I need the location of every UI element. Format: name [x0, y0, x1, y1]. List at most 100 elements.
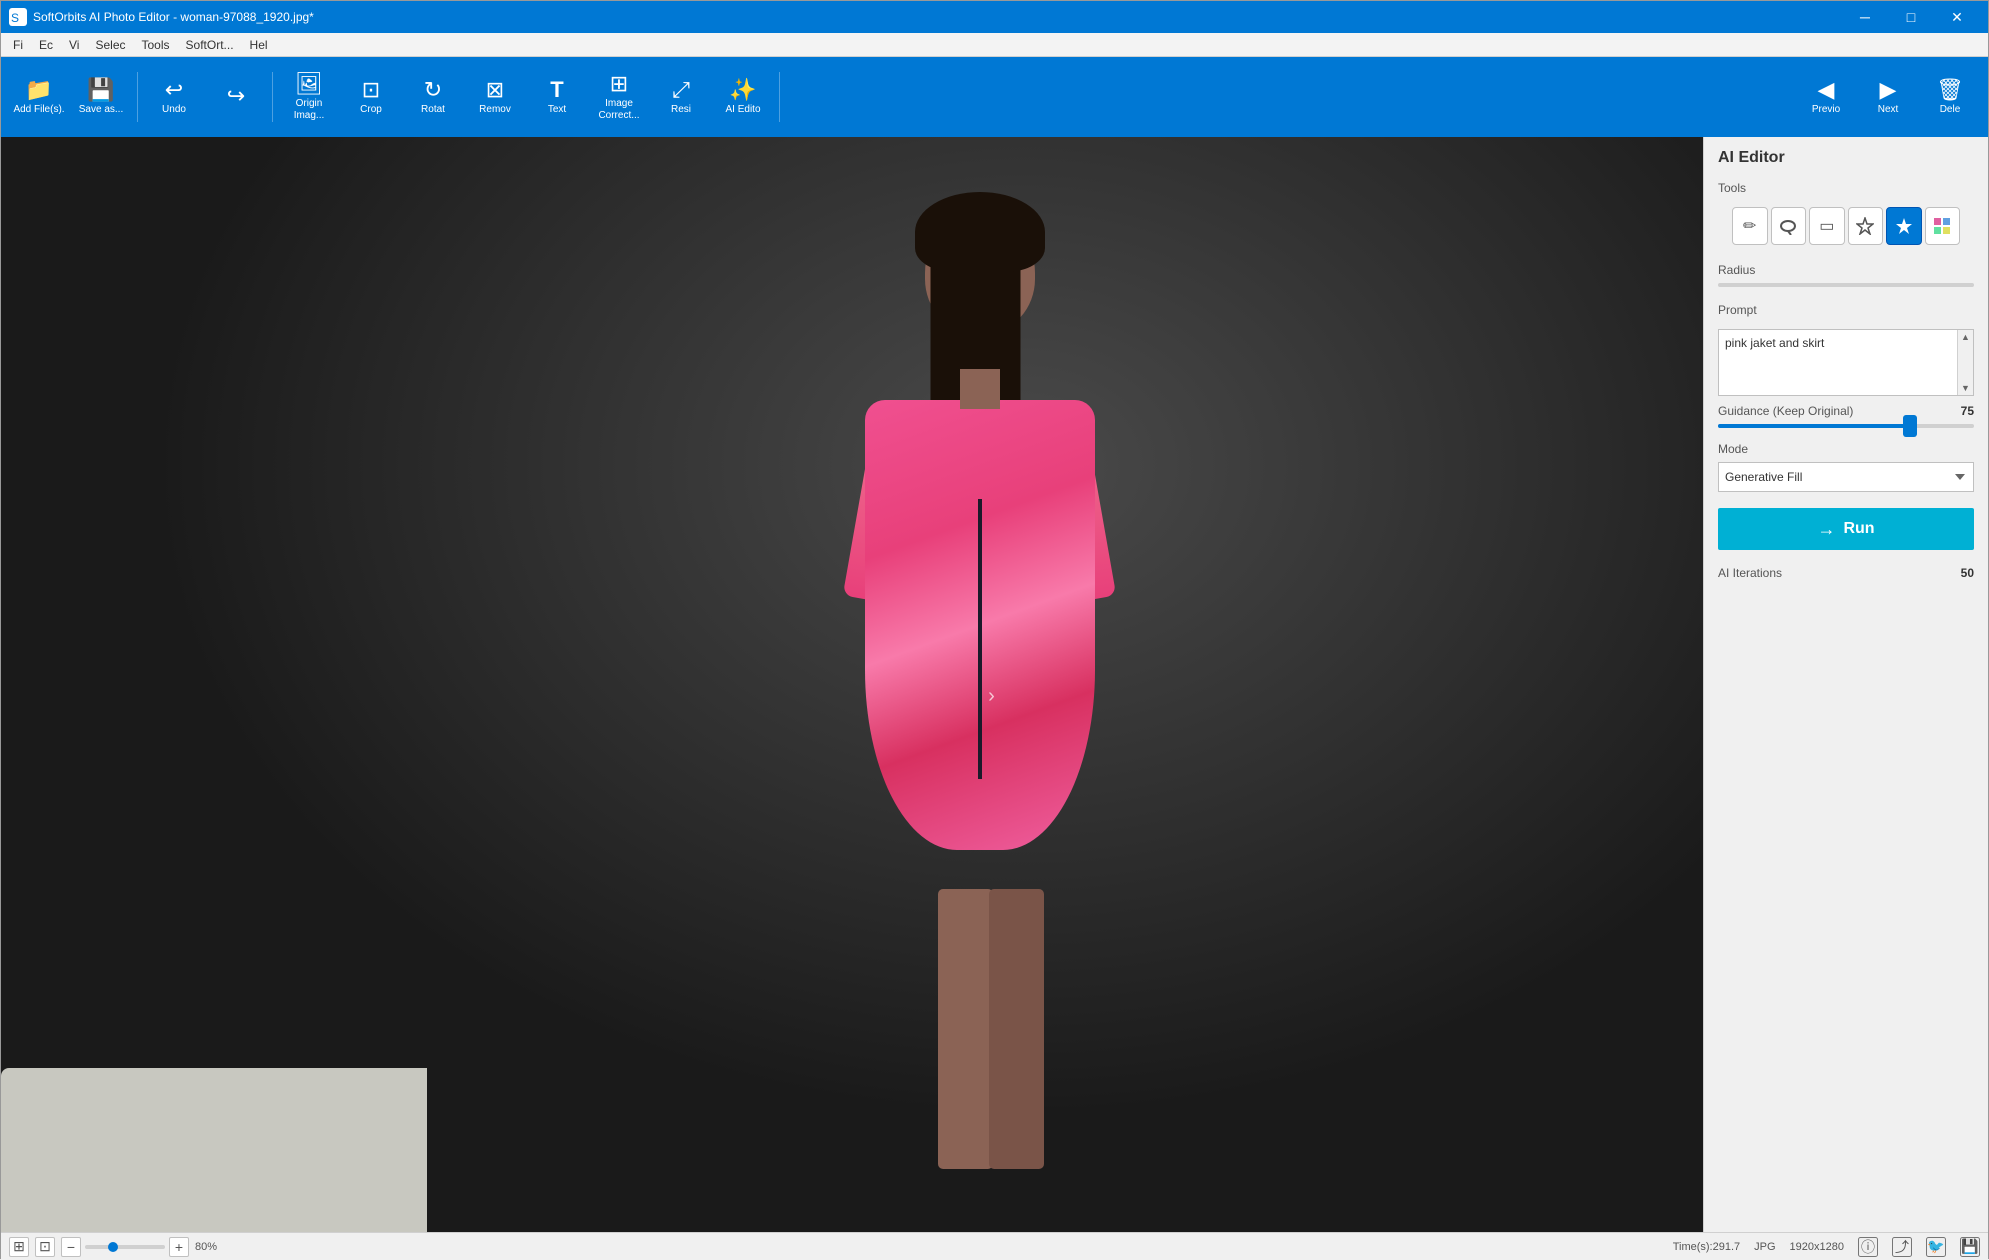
tools-row: ✏ ▭ [1718, 201, 1974, 251]
info-button[interactable]: ⓘ [1858, 1237, 1878, 1257]
text-button[interactable]: T Text [527, 62, 587, 132]
person-dress [865, 400, 1095, 850]
menu-tools[interactable]: Tools [134, 36, 178, 54]
menu-help[interactable]: Hel [242, 36, 276, 54]
text-label: Text [548, 104, 566, 116]
image-correction-label: Image Correct... [591, 98, 647, 122]
scroll-up-arrow[interactable]: ▲ [1959, 330, 1973, 344]
delete-icon: 🗑 [1936, 79, 1964, 101]
magic-select-tool[interactable] [1848, 207, 1884, 245]
guidance-slider-fill [1718, 424, 1910, 428]
guidance-header: Guidance (Keep Original) 75 [1718, 404, 1974, 418]
tools-section: Tools ✏ ▭ [1704, 175, 1988, 257]
position-info: Time(s):291.7 [1673, 1241, 1740, 1253]
zoom-slider[interactable] [85, 1245, 165, 1249]
select-area-button[interactable]: ⊡ [35, 1237, 55, 1257]
save-as-button[interactable]: 💾 Save as... [71, 62, 131, 132]
add-files-icon: 📁 [25, 79, 52, 101]
star-brush-tool[interactable] [1886, 207, 1922, 245]
panel-title: AI Editor [1704, 137, 1988, 175]
window-controls: ─ □ ✕ [1842, 1, 1980, 33]
person-zipper [978, 499, 982, 779]
menu-edit[interactable]: Ec [31, 36, 61, 54]
previous-label: Previo [1812, 104, 1840, 116]
crop-label: Crop [360, 104, 382, 116]
remove-label: Remov [479, 104, 511, 116]
next-button[interactable]: ▶ Next [1858, 62, 1918, 132]
run-label: Run [1843, 520, 1874, 538]
run-arrow-icon: → [1817, 519, 1835, 540]
main-area: › AI Editor Tools ✏ ▭ [1, 137, 1988, 1232]
photo-figure [512, 192, 1448, 1232]
minimize-button[interactable]: ─ [1842, 1, 1888, 33]
ai-editor-button[interactable]: ✨ AI Edito [713, 62, 773, 132]
next-icon: ▶ [1880, 79, 1897, 101]
save-icon: 💾 [87, 79, 114, 101]
redo-button[interactable]: ↪ [206, 62, 266, 132]
radius-section: Radius [1704, 257, 1988, 297]
crop-button[interactable]: ⊡ Crop [341, 62, 401, 132]
canvas-area[interactable]: › [1, 137, 1703, 1232]
undo-icon: ↩ [165, 79, 183, 101]
mode-select[interactable]: Generative Fill Inpainting Outpainting [1718, 462, 1974, 492]
toolbar-history-group: ↩ Undo ↪ [144, 62, 266, 132]
brush-tool[interactable]: ✏ [1732, 207, 1768, 245]
guidance-label: Guidance (Keep Original) [1718, 404, 1853, 418]
crop-icon: ⊡ [362, 79, 380, 101]
menu-softorbits[interactable]: SoftOrt... [178, 36, 242, 54]
social-button[interactable]: 🐦 [1926, 1237, 1946, 1257]
toolbar: 📁 Add File(s). 💾 Save as... ↩ Undo ↪ 🖼 O… [1, 57, 1988, 137]
title-bar: S SoftOrbits AI Photo Editor - woman-970… [1, 1, 1988, 33]
iterations-label: AI Iterations [1718, 566, 1782, 580]
original-image-button[interactable]: 🖼 Origin Imag... [279, 62, 339, 132]
zoom-controls: − + [61, 1237, 189, 1257]
close-button[interactable]: ✕ [1934, 1, 1980, 33]
delete-label: Dele [1940, 104, 1961, 116]
ai-editor-label: AI Edito [725, 104, 760, 116]
run-button[interactable]: → Run [1718, 508, 1974, 550]
toolbar-sep-2 [272, 72, 273, 122]
menu-view[interactable]: Vi [61, 36, 87, 54]
next-label: Next [1878, 104, 1899, 116]
redo-icon: ↪ [227, 85, 245, 107]
previous-icon: ◀ [1818, 79, 1835, 101]
tools-label: Tools [1718, 181, 1974, 195]
zoom-in-button[interactable]: + [169, 1237, 189, 1257]
toolbar-sep-1 [137, 72, 138, 122]
menu-bar: Fi Ec Vi Selec Tools SoftOrt... Hel [1, 33, 1988, 57]
app-icon: S [9, 8, 27, 26]
guidance-slider-track[interactable] [1718, 424, 1974, 428]
scroll-down-arrow[interactable]: ▼ [1959, 381, 1973, 395]
toolbar-file-group: 📁 Add File(s). 💾 Save as... [9, 62, 131, 132]
original-image-icon: 🖼 [295, 73, 323, 95]
rotate-button[interactable]: ↻ Rotat [403, 62, 463, 132]
chair [1, 1068, 427, 1232]
add-files-button[interactable]: 📁 Add File(s). [9, 62, 69, 132]
status-bar: ⊞ ⊡ − + 80% Time(s):291.7 JPG 1920x1280 … [1, 1232, 1988, 1260]
person-hair [915, 192, 1045, 272]
app-window: S SoftOrbits AI Photo Editor - woman-970… [0, 0, 1989, 1259]
menu-file[interactable]: Fi [5, 36, 31, 54]
menu-select[interactable]: Selec [87, 36, 133, 54]
maximize-button[interactable]: □ [1888, 1, 1934, 33]
prompt-textarea[interactable]: pink jaket and skirt [1719, 330, 1973, 390]
remove-button[interactable]: ⊠ Remov [465, 62, 525, 132]
rect-select-tool[interactable]: ▭ [1809, 207, 1845, 245]
image-correction-button[interactable]: ⊞ Image Correct... [589, 62, 649, 132]
image-correction-icon: ⊞ [610, 73, 628, 95]
zoom-out-button[interactable]: − [61, 1237, 81, 1257]
delete-button[interactable]: 🗑 Dele [1920, 62, 1980, 132]
svg-text:S: S [11, 11, 19, 25]
mode-section: Mode Generative Fill Inpainting Outpaint… [1704, 436, 1988, 498]
radius-slider-track[interactable] [1718, 283, 1974, 287]
color-tool[interactable] [1925, 207, 1961, 245]
undo-button[interactable]: ↩ Undo [144, 62, 204, 132]
share-button[interactable]: ⤴ [1892, 1237, 1912, 1257]
save-status-button[interactable]: 💾 [1960, 1237, 1980, 1257]
text-icon: T [550, 79, 563, 101]
lasso-tool[interactable] [1771, 207, 1807, 245]
fit-view-button[interactable]: ⊞ [9, 1237, 29, 1257]
resize-button[interactable]: ⤢ Resi [651, 62, 711, 132]
previous-button[interactable]: ◀ Previo [1796, 62, 1856, 132]
guidance-slider-thumb[interactable] [1903, 415, 1917, 437]
